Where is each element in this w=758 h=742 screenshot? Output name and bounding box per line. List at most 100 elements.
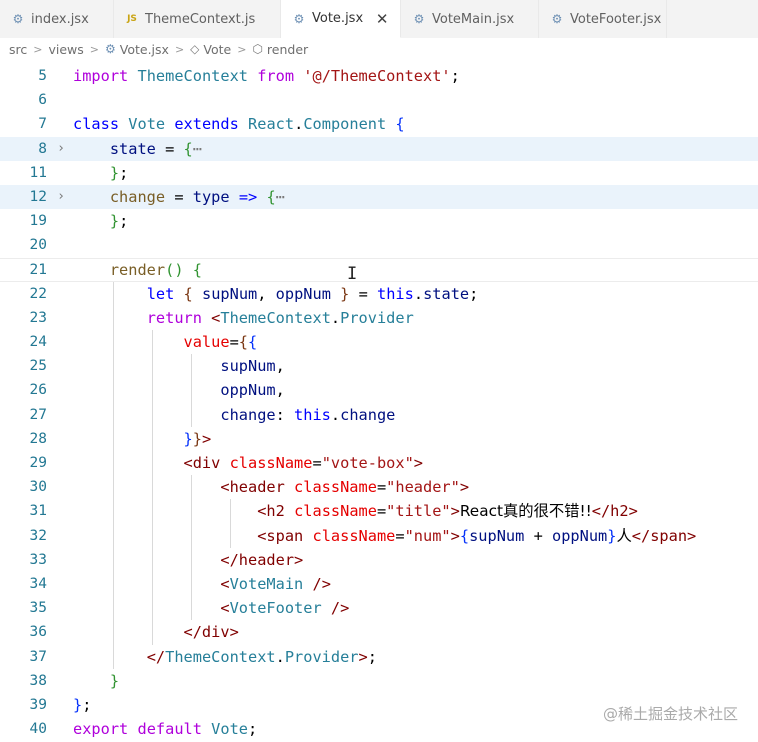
breadcrumb: src > views > ⚙ Vote.jsx > ◇ Vote > ⬡ re… xyxy=(0,38,758,60)
code-line[interactable]: 25 supNum, xyxy=(0,354,758,379)
code-line[interactable]: 21 render() { xyxy=(0,258,758,282)
code-line[interactable]: 6 xyxy=(0,88,758,112)
code-line[interactable]: 7 class Vote extends React.Component { xyxy=(0,112,758,136)
code-token: return xyxy=(146,308,202,327)
breadcrumb-file[interactable]: Vote.jsx xyxy=(120,42,169,57)
code-token: { xyxy=(266,187,276,206)
code-line[interactable]: 8 › state = {⋯ xyxy=(0,136,758,161)
code-token: = xyxy=(155,139,184,158)
tab-label: Vote.jsx xyxy=(312,11,364,26)
code-token: ThemeContext xyxy=(165,647,276,666)
code-line[interactable]: 12 › change = type => {⋯ xyxy=(0,184,758,210)
code-line[interactable]: 32 <span className="num">{supNum + oppNu… xyxy=(0,523,758,548)
code-token: extends xyxy=(174,115,239,134)
code-token: } xyxy=(73,695,83,714)
tab-label: VoteMain.jsx xyxy=(432,11,515,27)
tab-votefooter-jsx[interactable]: ⚙ VoteFooter.jsx xyxy=(539,0,667,38)
code-token: < xyxy=(211,308,221,327)
code-token: = xyxy=(349,284,378,303)
code-token: > xyxy=(459,478,470,497)
code-line[interactable]: 20 xyxy=(0,233,758,257)
tab-label: ThemeContext.js xyxy=(145,11,256,27)
code-line[interactable]: 5 import ThemeContext from '@/ThemeContex… xyxy=(0,64,758,88)
line-number: 24 xyxy=(29,334,47,351)
code-line[interactable]: 28 }}> xyxy=(0,426,758,451)
tab-index-jsx[interactable]: ⚙ index.jsx xyxy=(0,0,114,38)
line-number: 22 xyxy=(29,285,47,302)
breadcrumb-method[interactable]: render xyxy=(267,42,308,57)
close-icon[interactable]: ✕ xyxy=(375,10,389,28)
line-number: 39 xyxy=(29,696,47,713)
code-token: React xyxy=(248,115,295,134)
tab-vote-jsx[interactable]: ⚙ Vote.jsx ✕ xyxy=(281,0,401,38)
code-line[interactable]: 19 }; xyxy=(0,209,758,233)
code-text: oppNum, xyxy=(73,378,285,402)
code-line[interactable]: 26 oppNum, xyxy=(0,378,758,403)
code-token: . xyxy=(413,284,424,303)
code-line[interactable]: 30 <header className="header"> xyxy=(0,475,758,500)
code-line[interactable]: 24 value={{ xyxy=(0,330,758,355)
code-token: { xyxy=(238,333,249,352)
code-token: , xyxy=(275,381,285,400)
code-editor[interactable]: 5 import ThemeContext from '@/ThemeContex… xyxy=(0,64,758,742)
code-line[interactable]: 33 </header> xyxy=(0,547,758,572)
code-token: import xyxy=(73,67,129,85)
code-line[interactable]: 11 }; xyxy=(0,161,758,185)
code-token: ; xyxy=(82,695,92,714)
code-token: oppNum xyxy=(275,284,331,303)
line-number: 20 xyxy=(29,237,47,254)
code-token: } xyxy=(192,429,202,448)
code-token: </ xyxy=(146,647,166,666)
code-line[interactable]: 37 </ThemeContext.Provider>; xyxy=(0,644,758,669)
line-number: 6 xyxy=(38,92,47,109)
code-token: <header xyxy=(220,478,285,497)
code-token: change xyxy=(109,187,166,206)
code-line[interactable]: 34 <VoteMain /> xyxy=(0,571,758,597)
editor-tab-bar: ⚙ index.jsx JS ThemeContext.js ⚙ Vote.jsx ✕ ⚙ Vo… xyxy=(0,0,758,39)
line-number: 29 xyxy=(29,455,47,471)
code-token: = xyxy=(395,526,405,545)
code-token: = xyxy=(165,187,193,206)
gear-icon: ⚙ xyxy=(104,42,116,56)
code-line[interactable]: 23 return <ThemeContext.Provider xyxy=(0,305,758,331)
code-line[interactable]: 29 <div className="vote-box"> xyxy=(0,451,758,476)
code-token: from xyxy=(257,67,295,85)
code-token: = xyxy=(376,478,387,497)
tab-votemain-jsx[interactable]: ⚙ VoteMain.jsx xyxy=(401,0,539,38)
code-text: <header className="header"> xyxy=(73,475,469,499)
code-token: { xyxy=(183,284,193,303)
code-line[interactable]: 36 </div> xyxy=(0,620,758,645)
code-line[interactable]: 22 let { supNum, oppNum } = this.state; xyxy=(0,281,758,306)
line-number: 27 xyxy=(29,406,47,423)
tab-themecontext-js[interactable]: JS ThemeContext.js xyxy=(114,0,281,38)
code-token: supNum xyxy=(469,526,525,545)
js-file-icon: JS xyxy=(127,14,137,24)
code-line[interactable]: 38 } xyxy=(0,669,758,693)
code-line[interactable]: 31 <h2 className="title">React真的很不错!!</h… xyxy=(0,499,758,524)
code-token: + xyxy=(524,526,552,545)
line-number: 31 xyxy=(29,503,47,520)
code-token: . xyxy=(330,308,341,327)
tab-label: index.jsx xyxy=(31,11,89,27)
breadcrumb-views[interactable]: views xyxy=(48,42,83,57)
code-token: Component xyxy=(303,115,387,134)
chevron-right-icon: > xyxy=(89,42,99,56)
line-number: 28 xyxy=(29,430,47,447)
code-text: return <ThemeContext.Provider xyxy=(73,306,414,330)
code-token: supNum xyxy=(220,357,276,376)
breadcrumb-src[interactable]: src xyxy=(9,42,27,57)
code-token: VoteMain xyxy=(229,574,304,593)
code-line[interactable]: 27 change: this.change xyxy=(0,402,758,427)
chevron-right-icon: > xyxy=(174,42,185,56)
fold-chevron-icon[interactable]: › xyxy=(55,185,67,209)
code-line[interactable]: 35 <VoteFooter /> xyxy=(0,596,758,621)
breadcrumb-class[interactable]: Vote xyxy=(203,42,231,57)
code-token: Vote xyxy=(128,115,166,134)
fold-chevron-icon[interactable]: › xyxy=(55,137,67,161)
line-number: 8 xyxy=(38,140,47,157)
